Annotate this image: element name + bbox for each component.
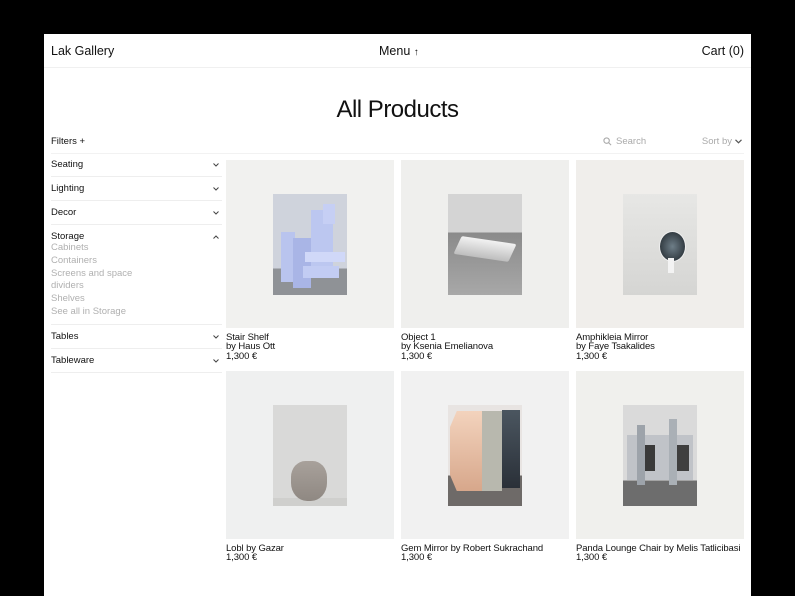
product-price: 1,300 € — [226, 552, 257, 564]
chevron-down-icon — [213, 332, 219, 341]
subcategory-link[interactable]: See all in Storage — [51, 306, 222, 319]
product-image-container[interactable] — [576, 371, 744, 539]
category-toggle[interactable]: Lighting — [51, 177, 222, 200]
image-detail — [502, 410, 520, 488]
sidebar-category-lighting: Lighting — [51, 177, 222, 201]
image-detail — [303, 266, 339, 278]
product-price: 1,300 € — [401, 350, 432, 362]
chevron-down-icon — [213, 184, 219, 193]
subcategory-link[interactable]: Cabinets — [51, 242, 222, 255]
product-price: 1,300 € — [576, 552, 607, 564]
filters-toggle[interactable]: Filters + — [51, 136, 85, 147]
sort-label: Sort by — [701, 136, 732, 147]
category-toggle[interactable]: Decor — [51, 201, 222, 224]
category-label: Decor — [51, 207, 77, 218]
image-detail — [637, 425, 645, 485]
product-caption: Panda Lounge Chair by Melis Tatlicibasi 1… — [576, 544, 744, 563]
product-image — [273, 194, 347, 295]
product-card[interactable]: Stair Shelf by Haus Ott 1,300 € — [226, 160, 394, 361]
product-card[interactable]: Panda Lounge Chair by Melis Tatlicibasi 1… — [576, 371, 744, 563]
image-detail — [305, 252, 345, 262]
sidebar-category-tableware: Tableware — [51, 349, 222, 373]
product-card[interactable]: Amphikleia Mirror by Faye Tsakalides 1,300… — [576, 160, 744, 361]
brand-logo-link[interactable]: Lak Gallery — [51, 44, 114, 58]
sort-by-dropdown[interactable]: Sort by — [702, 136, 742, 147]
search-input[interactable]: Search — [603, 136, 646, 147]
category-label: Seating — [51, 159, 84, 170]
product-image-container[interactable] — [401, 371, 569, 539]
product-caption: Gem Mirror by Robert Sukrachand 1,300 € — [401, 544, 569, 563]
product-card[interactable]: Gem Mirror by Robert Sukrachand 1,300 € — [401, 371, 569, 563]
image-detail — [291, 461, 327, 501]
subcategory-link[interactable]: Screens and space — [51, 268, 222, 281]
menu-button[interactable]: Menu ↑ — [379, 44, 419, 58]
product-price: 1,300 € — [401, 552, 432, 564]
product-card[interactable]: Lobl by Gazar 1,300 € — [226, 371, 394, 563]
sidebar-category-seating: Seating — [51, 153, 222, 177]
subcategory-link[interactable]: dividers — [51, 280, 222, 293]
image-detail — [645, 445, 655, 471]
product-image — [273, 405, 347, 506]
subcategory-list: Cabinets Containers Screens and space divid… — [51, 242, 222, 324]
top-nav: Lak Gallery Menu ↑ Cart (0) — [44, 34, 751, 68]
chevron-down-icon — [213, 356, 219, 365]
image-detail — [677, 445, 689, 471]
product-caption: Object 1 by Ksenia Emelianova 1,300 € — [401, 333, 569, 362]
image-detail — [323, 204, 335, 224]
subcategory-link[interactable]: Shelves — [51, 293, 222, 306]
arrow-up-icon: ↑ — [413, 47, 419, 58]
menu-label: Menu — [379, 44, 411, 58]
category-label: Storage — [51, 231, 85, 242]
image-detail — [450, 411, 484, 491]
sidebar-category-decor: Decor — [51, 201, 222, 225]
category-label: Lighting — [51, 183, 85, 194]
chevron-down-icon — [213, 160, 219, 169]
product-image — [623, 194, 697, 295]
product-image-container[interactable] — [401, 160, 569, 328]
chevron-down-icon — [213, 208, 219, 217]
image-detail — [482, 411, 502, 491]
page-title: All Products — [336, 96, 459, 123]
search-placeholder: Search — [616, 136, 647, 147]
product-price: 1,300 € — [576, 350, 607, 362]
product-card[interactable]: Object 1 by Ksenia Emelianova 1,300 € — [401, 160, 569, 361]
subcategory-link[interactable]: Containers — [51, 255, 222, 268]
category-toggle[interactable]: Tables — [51, 325, 222, 348]
sidebar-category-storage: Storage Cabinets Containers Screens and spa… — [51, 225, 222, 325]
product-image — [623, 405, 697, 506]
chevron-down-icon — [735, 139, 742, 144]
product-image — [448, 194, 522, 295]
chevron-up-icon — [213, 232, 219, 241]
product-image-container[interactable] — [226, 160, 394, 328]
image-detail — [293, 238, 311, 288]
product-image-container[interactable] — [226, 371, 394, 539]
product-image — [448, 405, 522, 506]
product-caption: Stair Shelf by Haus Ott 1,300 € — [226, 333, 394, 362]
category-toggle[interactable]: Tableware — [51, 349, 222, 372]
image-detail — [669, 419, 677, 485]
category-label: Tables — [51, 330, 79, 342]
product-image-container[interactable] — [576, 160, 744, 328]
category-sidebar: Seating Lighting Decor Storage Cabinets Conta… — [51, 153, 222, 373]
product-price: 1,300 € — [226, 350, 257, 362]
product-caption: Amphikleia Mirror by Faye Tsakalides 1,300… — [576, 333, 744, 362]
category-label: Tableware — [51, 354, 95, 366]
cart-button[interactable]: Cart (0) — [702, 44, 744, 58]
category-toggle[interactable]: Seating — [51, 153, 222, 176]
image-detail — [668, 258, 674, 273]
page-frame: Lak Gallery Menu ↑ Cart (0) All Products… — [44, 34, 751, 596]
sidebar-category-tables: Tables — [51, 325, 222, 349]
product-caption: Lobl by Gazar 1,300 € — [226, 544, 394, 563]
search-icon — [603, 137, 612, 146]
